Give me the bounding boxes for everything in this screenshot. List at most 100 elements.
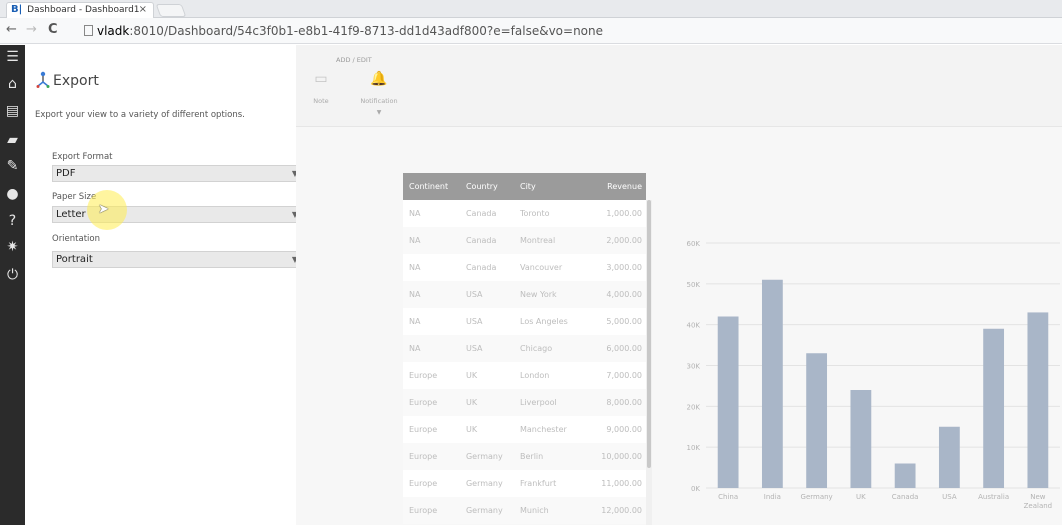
table-row: NA Canada Montreal 2,000.00 bbox=[403, 227, 646, 254]
y-tick-label: 30K bbox=[687, 363, 701, 371]
table-cell: 3,000.00 bbox=[606, 263, 642, 272]
table-cell: NA bbox=[403, 335, 460, 362]
table-cell: Los Angeles bbox=[520, 317, 568, 326]
export-icon bbox=[36, 71, 50, 88]
export-format-label: Export Format bbox=[52, 152, 113, 162]
y-tick-label: 60K bbox=[687, 240, 701, 248]
table-cell: Germany bbox=[459, 497, 514, 524]
chevron-down-icon[interactable]: ▼ bbox=[354, 109, 404, 116]
settings-icon[interactable]: ✷ bbox=[0, 239, 25, 255]
new-tab-button[interactable] bbox=[155, 4, 187, 17]
table-cell: NA bbox=[409, 209, 421, 218]
mouse-cursor-icon: ➤ bbox=[98, 202, 109, 217]
table-cell: Berlin bbox=[514, 443, 582, 470]
table-cell: Europe bbox=[403, 389, 460, 416]
table-header-row: Continent Country City Revenue bbox=[403, 173, 646, 200]
x-tick-label: UK bbox=[856, 493, 866, 501]
column-header[interactable]: Revenue bbox=[581, 173, 646, 200]
tab-title: Dashboard - Dashboard1 bbox=[27, 5, 140, 15]
table-cell: 11,000.00 bbox=[601, 479, 642, 488]
column-header[interactable]: Country bbox=[459, 173, 514, 200]
x-tick-label: Germany bbox=[801, 493, 833, 501]
table-cell: 9,000.00 bbox=[606, 425, 642, 434]
table-cell: Manchester bbox=[520, 425, 567, 434]
table-cell: 7,000.00 bbox=[606, 371, 642, 380]
data-table: Continent Country City Revenue NA Canada Toro… bbox=[403, 173, 646, 524]
x-tick-label: China bbox=[718, 493, 738, 501]
table-cell: 6,000.00 bbox=[581, 335, 646, 362]
reload-icon[interactable]: C bbox=[48, 22, 58, 37]
tab-close-icon[interactable]: × bbox=[139, 3, 147, 17]
table-cell: 1,000.00 bbox=[606, 209, 642, 218]
panel-description: Export your view to a variety of differe… bbox=[35, 110, 245, 120]
dashboard-icon[interactable]: ▤ bbox=[0, 103, 25, 119]
power-icon[interactable]: ⏻ bbox=[0, 267, 25, 283]
user-icon[interactable]: ● bbox=[0, 186, 25, 202]
app-favicon-icon: B| bbox=[11, 4, 23, 15]
table-cell: Chicago bbox=[514, 335, 582, 362]
note-label: Note bbox=[313, 97, 329, 105]
bar bbox=[983, 328, 1005, 488]
table-row: NA USA Chicago 6,000.00 bbox=[403, 335, 646, 362]
table-cell: Toronto bbox=[520, 209, 550, 218]
table-cell: USA bbox=[459, 281, 514, 308]
table-cell: NA bbox=[403, 281, 460, 308]
table-cell: Europe bbox=[409, 425, 438, 434]
table-cell: Germany bbox=[465, 479, 503, 488]
table-row: Europe Germany Munich 12,000.00 bbox=[403, 497, 646, 524]
table-row: Europe Germany Berlin 10,000.00 bbox=[403, 443, 646, 470]
browser-tab[interactable]: B| Dashboard - Dashboard1 × bbox=[6, 2, 154, 18]
notification-button[interactable]: 🔔 Notification ▼ bbox=[354, 71, 404, 116]
table-cell: Germany bbox=[459, 443, 514, 470]
bar bbox=[1027, 312, 1049, 488]
menu-icon[interactable]: ☰ bbox=[0, 49, 25, 65]
x-tick-label: Australia bbox=[978, 493, 1009, 501]
x-tick-label: New bbox=[1030, 493, 1046, 501]
table-cell: Canada bbox=[465, 209, 497, 218]
notes-icon[interactable]: ▰ bbox=[0, 132, 25, 148]
forward-arrow-icon[interactable]: → bbox=[26, 22, 37, 37]
table-body: NA Canada Toronto 1,000.00 NA Canada Montreal 2… bbox=[403, 200, 646, 524]
back-arrow-icon[interactable]: ← bbox=[6, 22, 17, 37]
y-tick-label: 40K bbox=[687, 322, 701, 330]
column-header[interactable]: City bbox=[514, 173, 582, 200]
note-button[interactable]: ▭ Note bbox=[296, 71, 346, 105]
bar bbox=[850, 390, 872, 488]
table-row: Europe UK London 7,000.00 bbox=[403, 362, 646, 389]
table-cell: Europe bbox=[403, 497, 460, 524]
y-tick-label: 50K bbox=[687, 281, 701, 289]
icon-rail: ☰ ⌂ ▤ ▰ ✎ ●? ✷ ⏻ bbox=[0, 45, 25, 525]
x-tick-label: USA bbox=[942, 493, 957, 501]
export-panel: Export Export your view to a variety of … bbox=[25, 45, 305, 525]
table-cell: London bbox=[520, 371, 550, 380]
table-row: NA Canada Toronto 1,000.00 bbox=[403, 200, 646, 227]
x-tick-label: Zealand bbox=[1024, 502, 1053, 510]
table-cell: Frankfurt bbox=[520, 479, 557, 488]
dashboard-toolbar: ADD / EDIT ▭ Note 🔔 Notification ▼ bbox=[296, 45, 1062, 127]
export-format-select[interactable]: PDF ▼ bbox=[52, 165, 305, 182]
paper-size-value: Letter bbox=[56, 209, 86, 220]
pin-icon[interactable]: ✎ bbox=[0, 158, 25, 174]
table-cell: New York bbox=[514, 281, 582, 308]
table-cell: UK bbox=[465, 371, 478, 380]
browser-tab-bar: B| Dashboard - Dashboard1 × bbox=[0, 0, 1062, 18]
table-scrollbar[interactable] bbox=[646, 200, 652, 525]
note-icon: ▭ bbox=[314, 71, 328, 87]
address-bar[interactable]: vladk:8010/Dashboard/54c3f0b1-e8b1-41f9-… bbox=[84, 22, 1059, 40]
help-icon[interactable]: ? bbox=[0, 213, 25, 229]
table-cell: NA bbox=[403, 227, 460, 254]
column-header[interactable]: Continent bbox=[403, 173, 460, 200]
table-cell: 4,000.00 bbox=[581, 281, 646, 308]
panel-title: Export bbox=[53, 73, 99, 89]
orientation-select[interactable]: Portrait ▼ bbox=[52, 251, 305, 268]
table-row: NA Canada Vancouver 3,000.00 bbox=[403, 254, 646, 281]
toolbar-section-label: ADD / EDIT bbox=[336, 56, 372, 64]
url-path: :8010/Dashboard/54c3f0b1-e8b1-41f9-8713-… bbox=[129, 24, 604, 38]
table-scrollbar-thumb[interactable] bbox=[647, 200, 651, 468]
orientation-label: Orientation bbox=[52, 234, 100, 244]
home-icon[interactable]: ⌂ bbox=[0, 76, 25, 92]
bar-chart: 0K 10K 20K 30K 40K 50K 60K China India Germany UK C… bbox=[687, 240, 1060, 510]
notification-label: Notification bbox=[360, 97, 398, 105]
table-cell: Canada bbox=[465, 263, 497, 272]
table-cell: UK bbox=[465, 425, 478, 434]
